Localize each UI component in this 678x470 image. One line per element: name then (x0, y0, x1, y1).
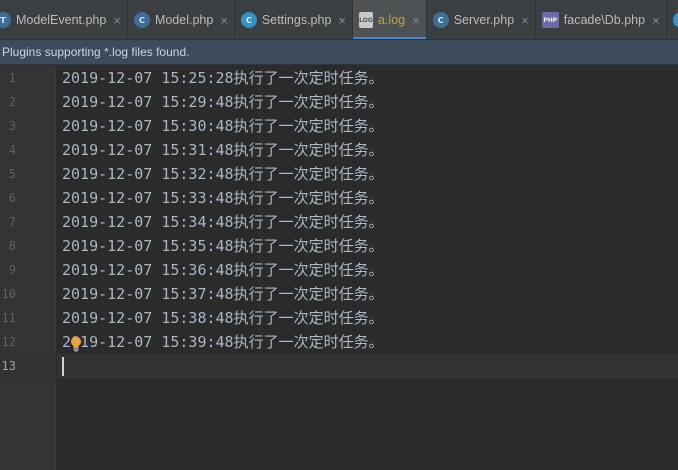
line-number: 7 (8, 215, 16, 229)
line-number: 5 (8, 167, 16, 181)
close-icon[interactable]: × (412, 14, 420, 27)
plugin-notification-banner: Plugins supporting *.log files found. (0, 40, 678, 65)
code-line[interactable]: 2019-12-07 15:34:48执行了一次定时任务。 (62, 210, 384, 234)
tab-facade-db[interactable]: PHP facade\Db.php × (536, 0, 667, 39)
code-line[interactable]: 2019-12-07 15:38:48执行了一次定时任务。 (62, 306, 384, 330)
editor-tab-bar: T ModelEvent.php × C Model.php × C Setti… (0, 0, 678, 40)
code-line[interactable]: 2019-12-07 15:30:48执行了一次定时任务。 (62, 114, 384, 138)
tab-settings[interactable]: C Settings.php × (235, 0, 353, 39)
tab-label: a.log (378, 13, 406, 27)
tab-label: ModelEvent.php (16, 13, 107, 27)
line-number: 2 (8, 95, 16, 109)
line-number: 3 (8, 119, 16, 133)
code-line[interactable]: 2019-12-07 15:29:48执行了一次定时任务。 (62, 90, 384, 114)
tab-a-log[interactable]: LOG a.log × (353, 0, 427, 39)
line-number: 11 (1, 311, 16, 325)
code-editor[interactable]: 1 2 3 4 5 6 7 8 9 10 11 12 13 2019-12-07… (0, 66, 678, 470)
tab-label: Server.php (453, 13, 515, 27)
code-line[interactable]: 2019-12-07 15:37:48执行了一次定时任务。 (62, 282, 384, 306)
log-file-icon: LOG (359, 12, 373, 28)
line-number: 1 (8, 71, 16, 85)
tab-model[interactable]: C Model.php × (128, 0, 235, 39)
text-cursor (62, 357, 64, 376)
line-number: 12 (1, 335, 16, 349)
code-line[interactable]: 2019-12-07 15:36:48执行了一次定时任务。 (62, 258, 384, 282)
lightbulb-icon[interactable] (70, 336, 82, 352)
close-icon[interactable]: × (113, 14, 121, 27)
line-number: 9 (8, 263, 16, 277)
current-line-highlight (57, 354, 678, 378)
tab-label: Settings.php (261, 13, 332, 27)
close-icon[interactable]: × (220, 14, 228, 27)
line-number: 8 (8, 239, 16, 253)
close-icon[interactable]: × (652, 14, 660, 27)
line-number: 10 (1, 287, 16, 301)
tab-modelevent[interactable]: T ModelEvent.php × (0, 0, 128, 39)
php-file-icon: PHP (541, 12, 559, 28)
code-line[interactable]: 2019-12-07 15:32:48执行了一次定时任务。 (62, 162, 384, 186)
php-class-icon: C (133, 12, 150, 28)
c-class-icon: C (240, 12, 257, 28)
close-icon[interactable]: × (521, 14, 529, 27)
code-line[interactable]: 2019-12-07 15:39:48执行了一次定时任务。 (62, 330, 384, 354)
tab-label: facade\Db.php (563, 13, 646, 27)
line-number: 6 (8, 191, 16, 205)
tab-label: Model.php (154, 13, 214, 27)
tab-overflow[interactable]: C (667, 0, 678, 39)
line-number: 4 (8, 143, 16, 157)
php-class-icon: T (0, 12, 11, 28)
line-number-current: 13 (1, 359, 16, 373)
banner-text: Plugins supporting *.log files found. (2, 45, 190, 59)
code-line[interactable]: 2019-12-07 15:33:48执行了一次定时任务。 (62, 186, 384, 210)
tab-server[interactable]: C Server.php × (427, 0, 536, 39)
php-class-icon: C (432, 12, 449, 28)
close-icon[interactable]: × (338, 14, 346, 27)
code-line[interactable]: 2019-12-07 15:31:48执行了一次定时任务。 (62, 138, 384, 162)
c-class-icon: C (672, 12, 678, 28)
code-line[interactable]: 2019-12-07 15:35:48执行了一次定时任务。 (62, 234, 384, 258)
code-line[interactable]: 2019-12-07 15:25:28执行了一次定时任务。 (62, 66, 384, 90)
